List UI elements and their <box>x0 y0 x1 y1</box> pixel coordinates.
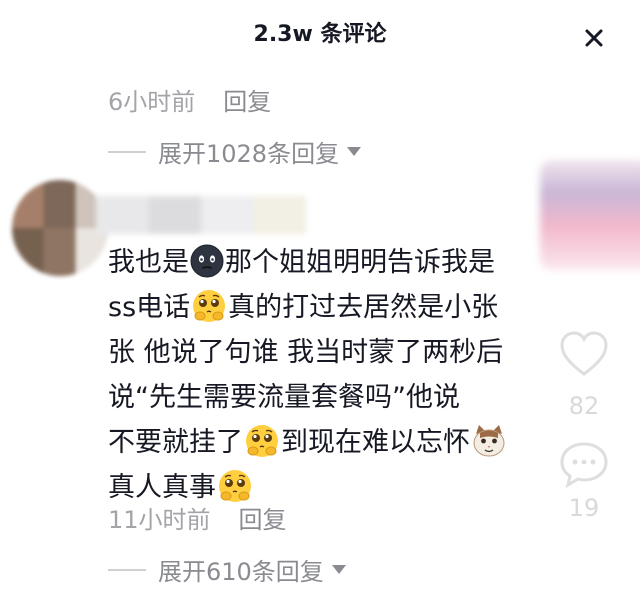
comment-reply-button[interactable]: 回复 <box>239 500 287 535</box>
top-comment-reply-button[interactable]: 回复 <box>223 82 271 117</box>
reply-count: 19 <box>568 494 600 522</box>
comment-text-segment: 那个姐姐明明告诉我是 <box>225 247 495 278</box>
comment-text-segment: 真的打过去居然是小张 <box>228 292 499 323</box>
chevron-down-icon <box>347 147 362 156</box>
pleading-face-emoji-icon <box>244 423 280 459</box>
comments-header: 2.3w 条评论 <box>0 0 640 64</box>
expand-divider <box>108 568 146 571</box>
cat-face-emoji-icon <box>471 423 507 459</box>
close-button[interactable] <box>578 22 610 54</box>
expand-replies-label: 展开1028条回复 <box>158 140 340 168</box>
comment-text-segment: 说“先生需要流量套餐吗”他说 <box>108 382 460 413</box>
top-comment-expand-replies[interactable]: 展开1028条回复 <box>108 134 362 169</box>
dark-face-emoji-icon <box>190 244 224 278</box>
pleading-face-emoji-icon <box>191 288 227 324</box>
expand-replies-label: 展开610条回复 <box>158 558 324 586</box>
comment-meta: 11小时前 回复 <box>108 500 287 535</box>
comment-actions: 82 19 <box>554 330 614 522</box>
username[interactable] <box>96 196 306 234</box>
like-count: 82 <box>568 392 600 420</box>
comment-body: 我也是 那个姐姐明明告诉我是 ss电话 真的打过去居然是小张 张 他说了句谁 我当时… <box>108 240 548 510</box>
like-button[interactable]: 82 <box>554 330 614 420</box>
chevron-down-icon <box>331 565 346 574</box>
comment-text-segment: 不要就挂了 <box>108 427 243 458</box>
comment-text-segment: 到现在难以忘怀 <box>281 427 470 458</box>
pleading-face-emoji-icon <box>217 468 253 504</box>
heart-icon <box>560 331 608 376</box>
comment-expand-replies[interactable]: 展开610条回复 <box>108 552 346 587</box>
top-comment-meta: 6小时前 回复 <box>108 82 271 117</box>
blurred-image <box>540 160 640 270</box>
reply-count-button[interactable]: 19 <box>554 440 614 522</box>
comment-count-title: 2.3w 条评论 <box>253 22 387 47</box>
comment-text-segment: 张 他说了句谁 我当时蒙了两秒后 <box>108 337 504 368</box>
comment-text-segment: 真人真事 <box>108 472 216 503</box>
comment-time: 11小时前 <box>108 506 211 534</box>
expand-divider <box>108 150 146 153</box>
avatar[interactable] <box>12 180 108 276</box>
comment-bubble-icon <box>560 442 608 488</box>
top-comment-time: 6小时前 <box>108 88 196 116</box>
comment-text-segment: 我也是 <box>108 247 189 278</box>
comment-text-segment: ss电话 <box>108 292 191 323</box>
close-icon <box>585 29 603 47</box>
